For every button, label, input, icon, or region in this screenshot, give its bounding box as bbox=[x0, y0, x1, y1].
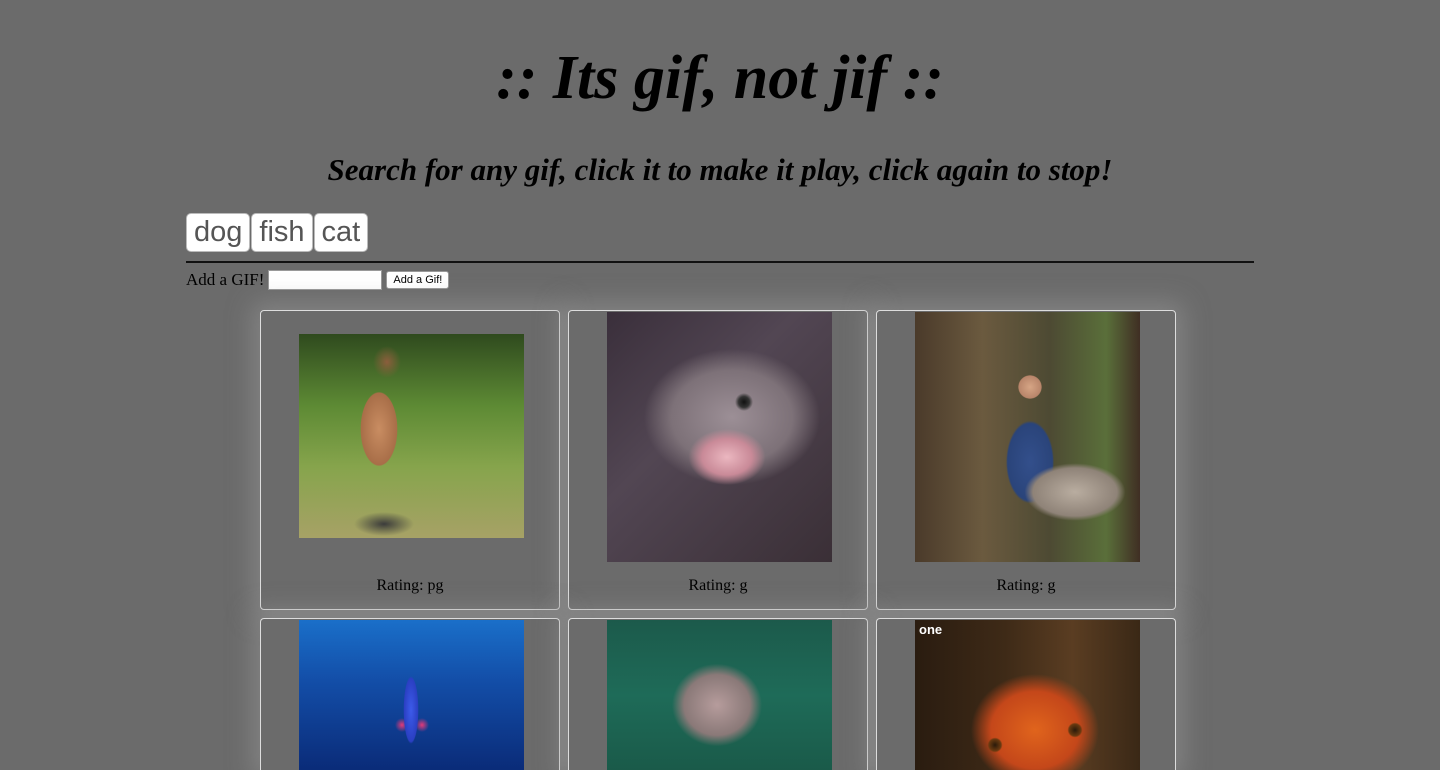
page-title: :: Its gif, not jif :: bbox=[496, 44, 944, 112]
gif-card bbox=[260, 618, 560, 770]
add-gif-button[interactable]: Add a Gif! bbox=[386, 271, 450, 289]
gif-image-fish-open-mouth[interactable] bbox=[607, 312, 832, 562]
gif-image-goldfish[interactable]: one bbox=[915, 620, 1140, 770]
topic-button-fish[interactable]: fish bbox=[251, 213, 313, 252]
gif-image-blue-fish[interactable] bbox=[299, 620, 524, 770]
gif-image-chef-with-fish[interactable] bbox=[915, 312, 1140, 562]
gif-image-man-running[interactable] bbox=[299, 334, 524, 538]
gif-card: Rating: g bbox=[568, 310, 868, 610]
gif-card: one bbox=[876, 618, 1176, 770]
topic-button-cat[interactable]: cat bbox=[313, 213, 369, 252]
add-gif-input[interactable] bbox=[268, 270, 383, 290]
channel-logo: one bbox=[919, 622, 943, 637]
gif-card: Rating: pg bbox=[260, 310, 560, 610]
gif-rating: Rating: g bbox=[688, 577, 748, 594]
add-gif-label: Add a GIF! bbox=[186, 270, 265, 289]
gif-rating: Rating: g bbox=[996, 577, 1056, 594]
divider bbox=[186, 261, 1254, 263]
page-subtitle: Search for any gif, click it to make it … bbox=[327, 152, 1113, 187]
add-gif-form: Add a GIF! Add a Gif! bbox=[186, 269, 450, 291]
gif-image-puffer-fish[interactable] bbox=[607, 620, 832, 770]
gif-card: Rating: g bbox=[876, 310, 1176, 610]
gif-rating: Rating: pg bbox=[376, 577, 444, 594]
gif-card bbox=[568, 618, 868, 770]
topic-buttons: dog fish cat bbox=[186, 213, 369, 253]
topic-button-dog[interactable]: dog bbox=[186, 213, 251, 252]
